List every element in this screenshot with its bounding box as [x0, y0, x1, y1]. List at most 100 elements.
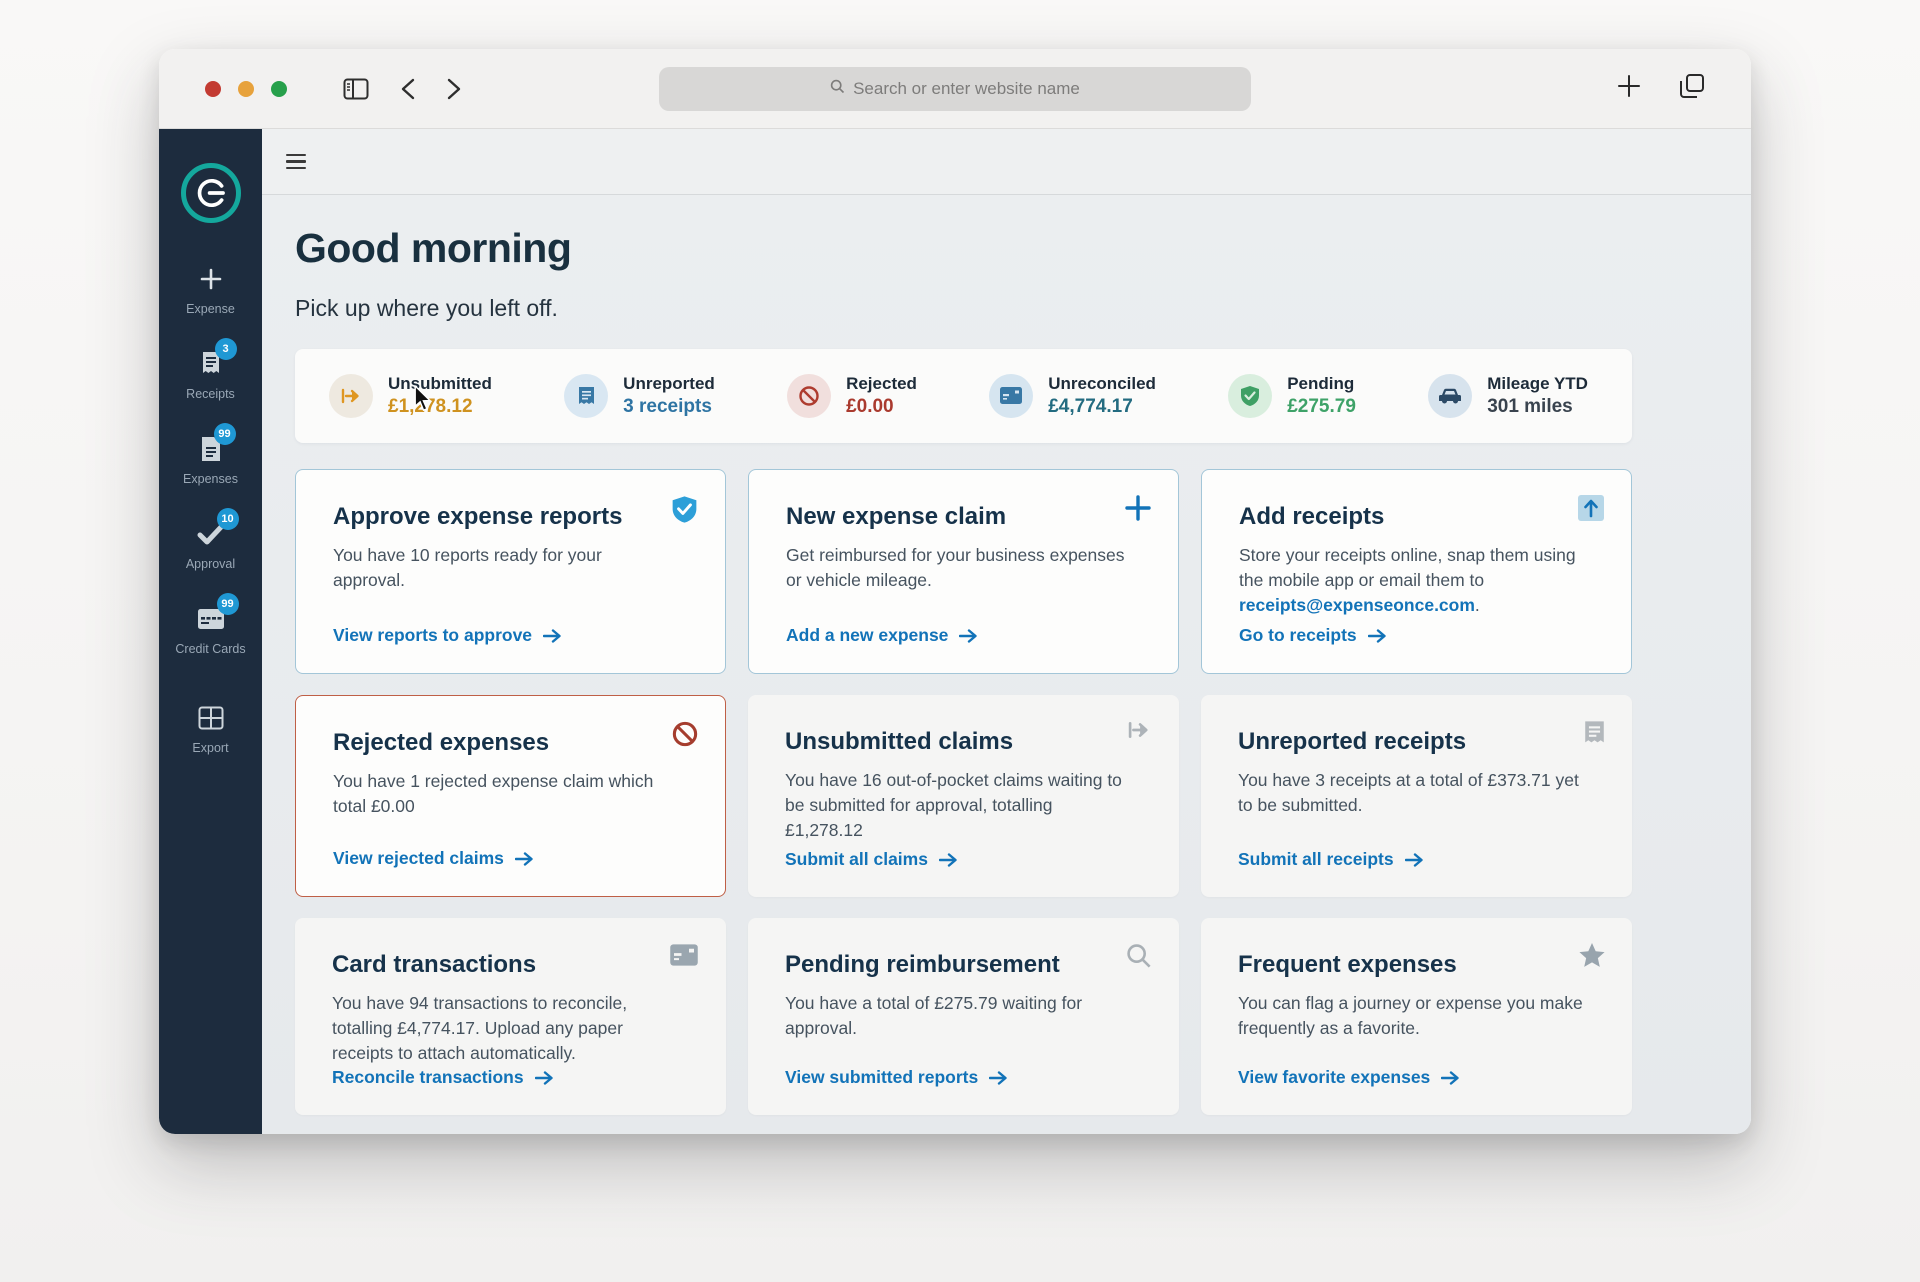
receipts-badge: 3 [215, 338, 237, 360]
sidebar-item-label: Expenses [183, 472, 238, 486]
magnifier-icon [1126, 943, 1152, 974]
arrow-right-icon [515, 852, 533, 866]
arrow-right-icon [1441, 1071, 1459, 1085]
traffic-lights [205, 81, 287, 97]
arrow-right-icon [543, 629, 561, 643]
submit-arrow-icon [329, 374, 373, 418]
card-add-receipts[interactable]: Add receipts Store your receipts online,… [1201, 469, 1632, 674]
sidebar-item-credit-cards[interactable]: 99 Credit Cards [159, 599, 262, 662]
sidebar-item-approval[interactable]: 10 Approval [159, 514, 262, 577]
card-title: Unsubmitted claims [785, 728, 1149, 756]
card-rejected-expenses[interactable]: Rejected expenses You have 1 rejected ex… [295, 695, 726, 897]
arrow-right-icon [535, 1071, 553, 1085]
sidebar-item-expense[interactable]: Expense [159, 259, 262, 322]
sidebar-item-receipts[interactable]: 3 Receipts [159, 344, 262, 407]
app-sidebar: Expense 3 Receipts 99 Expenses [159, 129, 262, 1134]
sidebar-toggle-icon[interactable] [343, 78, 369, 100]
credit-cards-badge: 99 [217, 593, 239, 615]
arrow-right-icon [939, 853, 957, 867]
dashboard-content: Good morning Pick up where you left off.… [262, 195, 1751, 1134]
card-title: Unreported receipts [1238, 728, 1602, 756]
new-tab-button[interactable] [1617, 74, 1641, 103]
card-unreported-receipts[interactable]: Unreported receipts You have 3 receipts … [1201, 695, 1632, 897]
card-body: You have 16 out-of-pocket claims waiting… [785, 768, 1149, 843]
view-reports-to-approve-link[interactable]: View reports to approve [333, 625, 695, 646]
app-logo[interactable] [181, 163, 241, 223]
zoom-window-button[interactable] [271, 81, 287, 97]
card-body: Store your receipts online, snap them us… [1239, 543, 1601, 618]
plus-icon [1125, 495, 1151, 526]
stats-bar: Unsubmitted £1,278.12 Unreported 3 recei… [295, 349, 1632, 443]
sidebar-item-label: Receipts [186, 387, 235, 401]
card-title: Pending reimbursement [785, 951, 1149, 979]
close-window-button[interactable] [205, 81, 221, 97]
card-body-text: Store your receipts online, snap them us… [1239, 545, 1576, 590]
card-body: You have 94 transactions to reconcile, t… [332, 991, 696, 1066]
card-body: Get reimbursed for your business expense… [786, 543, 1148, 593]
shield-check-icon [1228, 374, 1272, 418]
card-link-label: Go to receipts [1239, 625, 1357, 646]
cards-grid: Approve expense reports You have 10 repo… [295, 469, 1632, 1115]
credit-card-icon [989, 374, 1033, 418]
stat-item-mileage[interactable]: Mileage YTD 301 miles [1428, 373, 1588, 419]
reconcile-transactions-link[interactable]: Reconcile transactions [332, 1067, 696, 1088]
stat-item-unsubmitted[interactable]: Unsubmitted £1,278.12 [329, 373, 492, 419]
sidebar-item-export[interactable]: Export [159, 698, 262, 761]
document-icon: 99 [200, 433, 222, 465]
sidebar-item-expenses[interactable]: 99 Expenses [159, 429, 262, 492]
stat-item-unreconciled[interactable]: Unreconciled £4,774.17 [989, 373, 1156, 419]
go-to-receipts-link[interactable]: Go to receipts [1239, 625, 1601, 646]
card-body: You can flag a journey or expense you ma… [1238, 991, 1602, 1041]
stat-item-rejected[interactable]: Rejected £0.00 [787, 373, 917, 419]
card-title: Rejected expenses [333, 729, 695, 757]
check-icon: 10 [197, 518, 225, 550]
forward-button[interactable] [447, 78, 461, 100]
card-new-expense-claim[interactable]: New expense claim Get reimbursed for you… [748, 469, 1179, 674]
card-pending-reimbursement[interactable]: Pending reimbursement You have a total o… [748, 918, 1179, 1115]
page-title: Good morning [295, 225, 1751, 272]
view-submitted-reports-link[interactable]: View submitted reports [785, 1067, 1149, 1088]
search-icon [830, 79, 845, 99]
stat-value: 3 receipts [623, 396, 715, 419]
card-body: You have 1 rejected expense claim which … [333, 769, 695, 819]
prohibited-icon [672, 721, 698, 752]
car-icon [1428, 374, 1472, 418]
shield-check-icon [671, 495, 698, 529]
card-link-label: Add a new expense [786, 625, 948, 646]
credit-card-icon: 99 [197, 603, 225, 635]
card-unsubmitted-claims[interactable]: Unsubmitted claims You have 16 out-of-po… [748, 695, 1179, 897]
browser-chrome: Search or enter website name [159, 49, 1751, 129]
stat-value: 301 miles [1487, 396, 1588, 419]
submit-all-claims-link[interactable]: Submit all claims [785, 849, 1149, 870]
card-title: Card transactions [332, 951, 696, 979]
stat-value: £1,278.12 [388, 396, 492, 419]
tab-overview-button[interactable] [1679, 73, 1705, 104]
expenseonce-logo-icon [194, 176, 228, 210]
minimize-window-button[interactable] [238, 81, 254, 97]
menu-button[interactable] [286, 154, 306, 170]
add-a-new-expense-link[interactable]: Add a new expense [786, 625, 1148, 646]
card-title: Frequent expenses [1238, 951, 1602, 979]
card-card-transactions[interactable]: Card transactions You have 94 transactio… [295, 918, 726, 1115]
view-favorite-expenses-link[interactable]: View favorite expenses [1238, 1067, 1602, 1088]
arrow-right-icon [989, 1071, 1007, 1085]
credit-card-icon [669, 943, 699, 972]
card-approve-expense-reports[interactable]: Approve expense reports You have 10 repo… [295, 469, 726, 674]
star-icon [1579, 943, 1605, 973]
card-title: Approve expense reports [333, 503, 695, 531]
stat-label: Unreconciled [1048, 373, 1156, 394]
submit-all-receipts-link[interactable]: Submit all receipts [1238, 849, 1602, 870]
card-link-label: Reconcile transactions [332, 1067, 524, 1088]
card-link-label: Submit all claims [785, 849, 928, 870]
receipts-email-link[interactable]: receipts@expenseonce.com [1239, 595, 1475, 615]
arrow-right-icon [1405, 853, 1423, 867]
card-body: You have 3 receipts at a total of £373.7… [1238, 768, 1602, 818]
app-topbar [262, 129, 1751, 195]
prohibited-icon [787, 374, 831, 418]
stat-item-pending[interactable]: Pending £275.79 [1228, 373, 1356, 419]
address-bar[interactable]: Search or enter website name [659, 67, 1251, 111]
card-frequent-expenses[interactable]: Frequent expenses You can flag a journey… [1201, 918, 1632, 1115]
view-rejected-claims-link[interactable]: View rejected claims [333, 848, 695, 869]
stat-item-unreported[interactable]: Unreported 3 receipts [564, 373, 715, 419]
back-button[interactable] [401, 78, 415, 100]
